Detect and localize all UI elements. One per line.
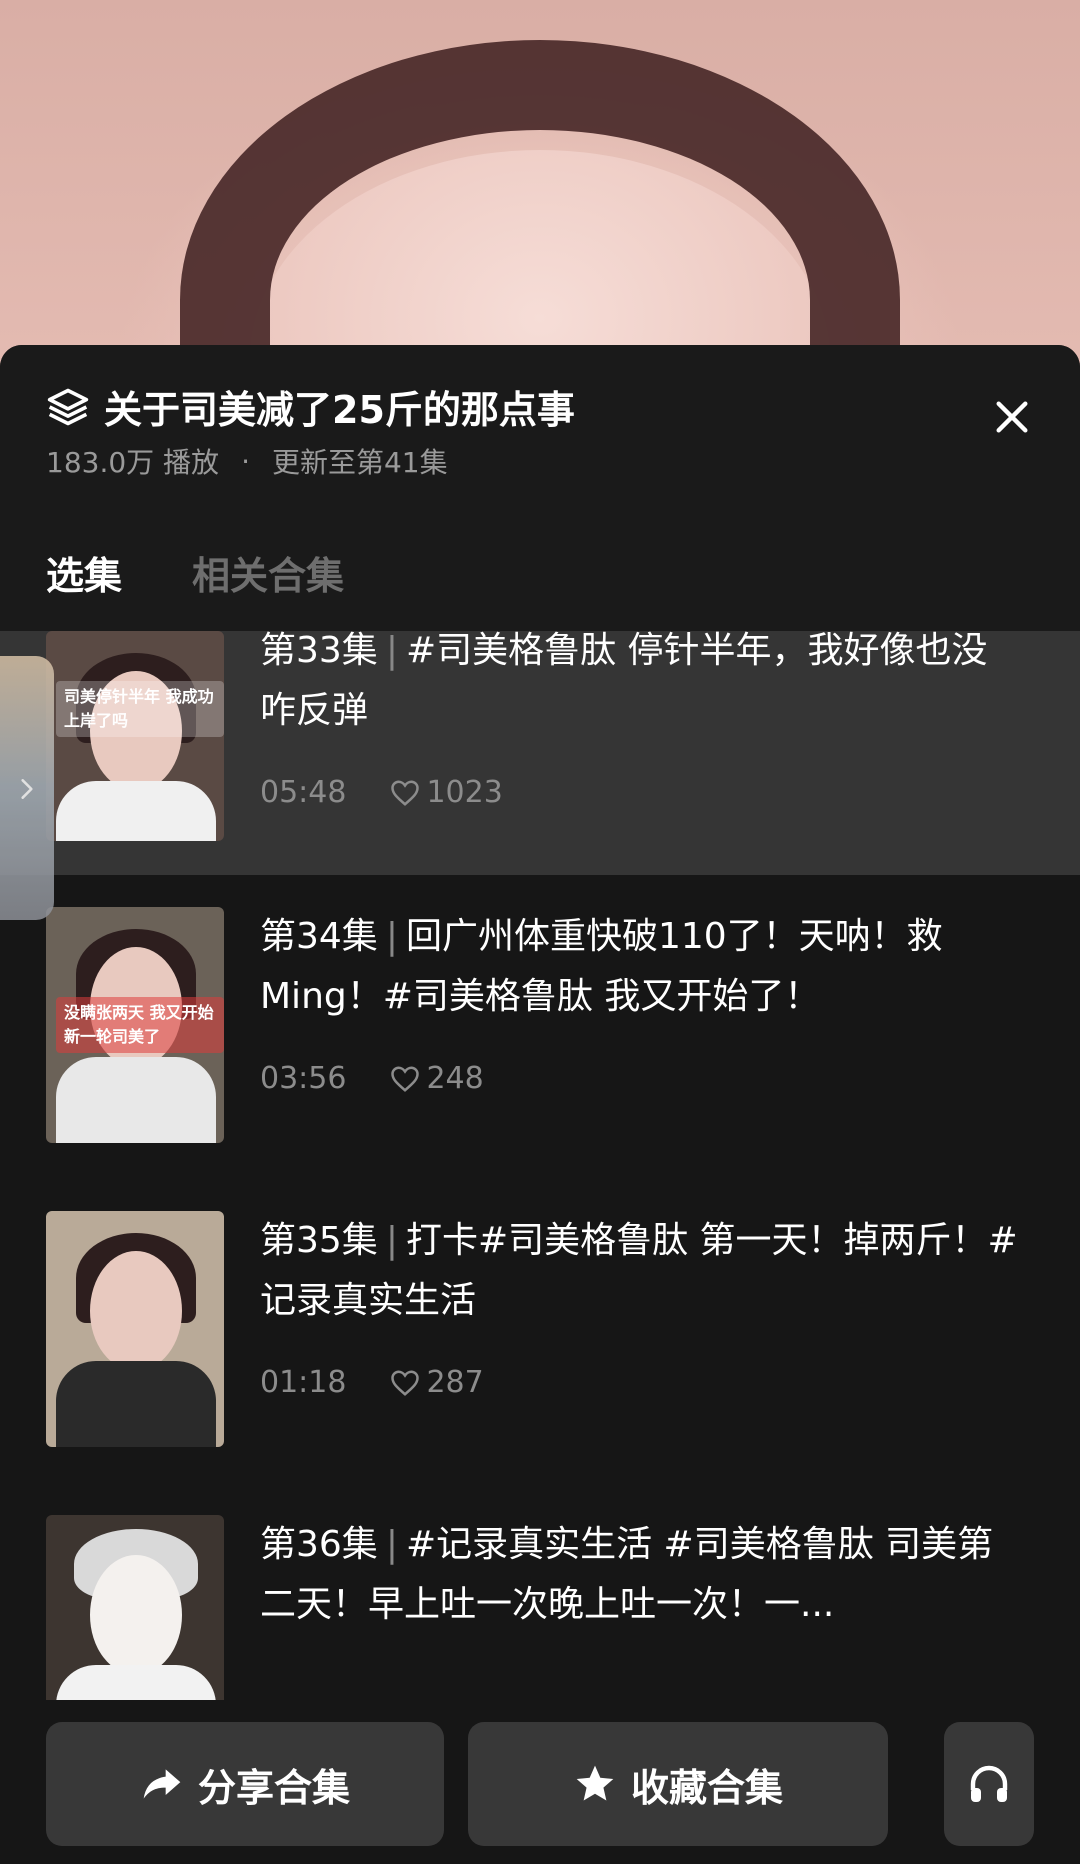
- heart-icon: [391, 1370, 420, 1396]
- heart-icon: [391, 1066, 420, 1092]
- thumb-face: [90, 1251, 182, 1371]
- episode-number: 第34集: [260, 916, 378, 957]
- episode-number: 第33集: [260, 630, 378, 671]
- tab-related-collections[interactable]: 相关合集: [192, 545, 344, 618]
- play-count: 183.0万 播放: [46, 446, 220, 479]
- favorite-collection-button[interactable]: 收藏合集: [468, 1722, 888, 1846]
- collection-page: 关于司美减了25斤的那点事 183.0万 播放 · 更新至第41集 选集 相关合…: [0, 0, 1080, 1864]
- side-drawer-handle[interactable]: [0, 656, 54, 920]
- share-collection-label: 分享合集: [197, 1765, 350, 1810]
- episode-stats: 03:56 248: [260, 1049, 1020, 1109]
- share-collection-button[interactable]: 分享合集: [46, 1722, 444, 1846]
- episode-list[interactable]: 司美停针半年 我成功上岸了吗 第33集 | #司美格鲁肽 停针半年，我好像也没咋反弹…: [0, 630, 1080, 1787]
- episode-stats: 01:18 287: [260, 1353, 1020, 1413]
- title-divider: |: [385, 916, 398, 957]
- episode-info: 第34集 | 回广州体重快破110了！天呐！救Ming！#司美格鲁肽 我又开始了！ …: [260, 907, 1020, 1109]
- episode-duration: 01:18: [260, 1365, 347, 1400]
- headphones-icon: [970, 1765, 1008, 1802]
- audio-mode-button[interactable]: [944, 1722, 1034, 1846]
- tab-bar: 选集 相关合集: [46, 545, 414, 636]
- episode-item-35[interactable]: 第35集 | 打卡#司美格鲁肽 第一天！掉两斤！#记录真实生活 01:18 287: [0, 1179, 1080, 1483]
- episode-likes: 1023: [426, 775, 503, 810]
- episode-number: 第35集: [260, 1220, 378, 1261]
- episode-info: 第35集 | 打卡#司美格鲁肽 第一天！掉两斤！#记录真实生活 01:18 287: [260, 1211, 1020, 1413]
- episode-duration: 05:48: [260, 775, 347, 810]
- episode-thumbnail: [46, 1211, 224, 1447]
- episode-number: 第36集: [260, 1524, 378, 1565]
- sheet-header: 关于司美减了25斤的那点事 183.0万 播放 · 更新至第41集 选集 相关合…: [0, 345, 1080, 636]
- episode-title: 第36集 | #记录真实生活 #司美格鲁肽 司美第二天！早上吐一次晚上吐一次！一..…: [260, 1515, 1020, 1635]
- episode-item-34[interactable]: 没瞒张两天 我又开始新一轮司美了 第34集 | 回广州体重快破110了！天呐！救Mi…: [0, 875, 1080, 1179]
- episode-stats: 05:48 1023: [260, 763, 1020, 823]
- collection-sheet: 关于司美减了25斤的那点事 183.0万 播放 · 更新至第41集 选集 相关合…: [0, 345, 1080, 1864]
- episode-title: 第35集 | 打卡#司美格鲁肽 第一天！掉两斤！#记录真实生活: [260, 1211, 1020, 1331]
- collection-title: 关于司美减了25斤的那点事: [46, 379, 575, 434]
- thumbnail-caption: 司美停针半年 我成功上岸了吗: [56, 681, 224, 737]
- episode-thumbnail: 没瞒张两天 我又开始新一轮司美了: [46, 907, 224, 1143]
- thumb-body: [56, 1057, 216, 1143]
- layers-icon: [47, 388, 89, 425]
- episode-thumbnail: 司美停针半年 我成功上岸了吗: [46, 631, 224, 841]
- favorite-collection-label: 收藏合集: [630, 1765, 783, 1810]
- meta-separator: ·: [241, 444, 250, 478]
- thumb-face: [90, 1555, 182, 1675]
- action-bar: 分享合集 收藏合集: [0, 1700, 1080, 1864]
- video-frame-hair: [180, 40, 900, 380]
- title-divider: |: [385, 630, 398, 671]
- thumbnail-caption: 没瞒张两天 我又开始新一轮司美了: [56, 997, 224, 1053]
- title-divider: |: [385, 1524, 398, 1565]
- thumb-body: [56, 781, 216, 841]
- video-player[interactable]: [0, 0, 1080, 380]
- collection-title-text: 关于司美减了25斤的那点事: [104, 388, 575, 432]
- star-icon: [576, 1765, 614, 1801]
- tab-episodes[interactable]: 选集: [46, 545, 131, 636]
- episode-item-33[interactable]: 司美停针半年 我成功上岸了吗 第33集 | #司美格鲁肽 停针半年，我好像也没咋反弹…: [0, 630, 1080, 875]
- share-icon: [143, 1769, 181, 1799]
- update-status: 更新至第41集: [271, 446, 448, 479]
- episode-title: 第34集 | 回广州体重快破110了！天呐！救Ming！#司美格鲁肽 我又开始了！: [260, 907, 1020, 1027]
- episode-likes: 287: [426, 1365, 484, 1400]
- title-divider: |: [385, 1220, 398, 1261]
- episode-likes: 248: [426, 1061, 484, 1096]
- chevron-right-icon: [21, 779, 33, 799]
- episode-info: 第36集 | #记录真实生活 #司美格鲁肽 司美第二天！早上吐一次晚上吐一次！一..…: [260, 1515, 1020, 1635]
- thumb-body: [56, 1361, 216, 1447]
- episode-title: 第33集 | #司美格鲁肽 停针半年，我好像也没咋反弹: [260, 621, 1020, 741]
- episode-duration: 03:56: [260, 1061, 347, 1096]
- close-icon[interactable]: [992, 397, 1032, 437]
- heart-icon: [391, 780, 420, 806]
- collection-meta: 183.0万 播放 · 更新至第41集: [46, 441, 448, 481]
- episode-info: 第33集 | #司美格鲁肽 停针半年，我好像也没咋反弹 05:48 1023: [260, 621, 1020, 823]
